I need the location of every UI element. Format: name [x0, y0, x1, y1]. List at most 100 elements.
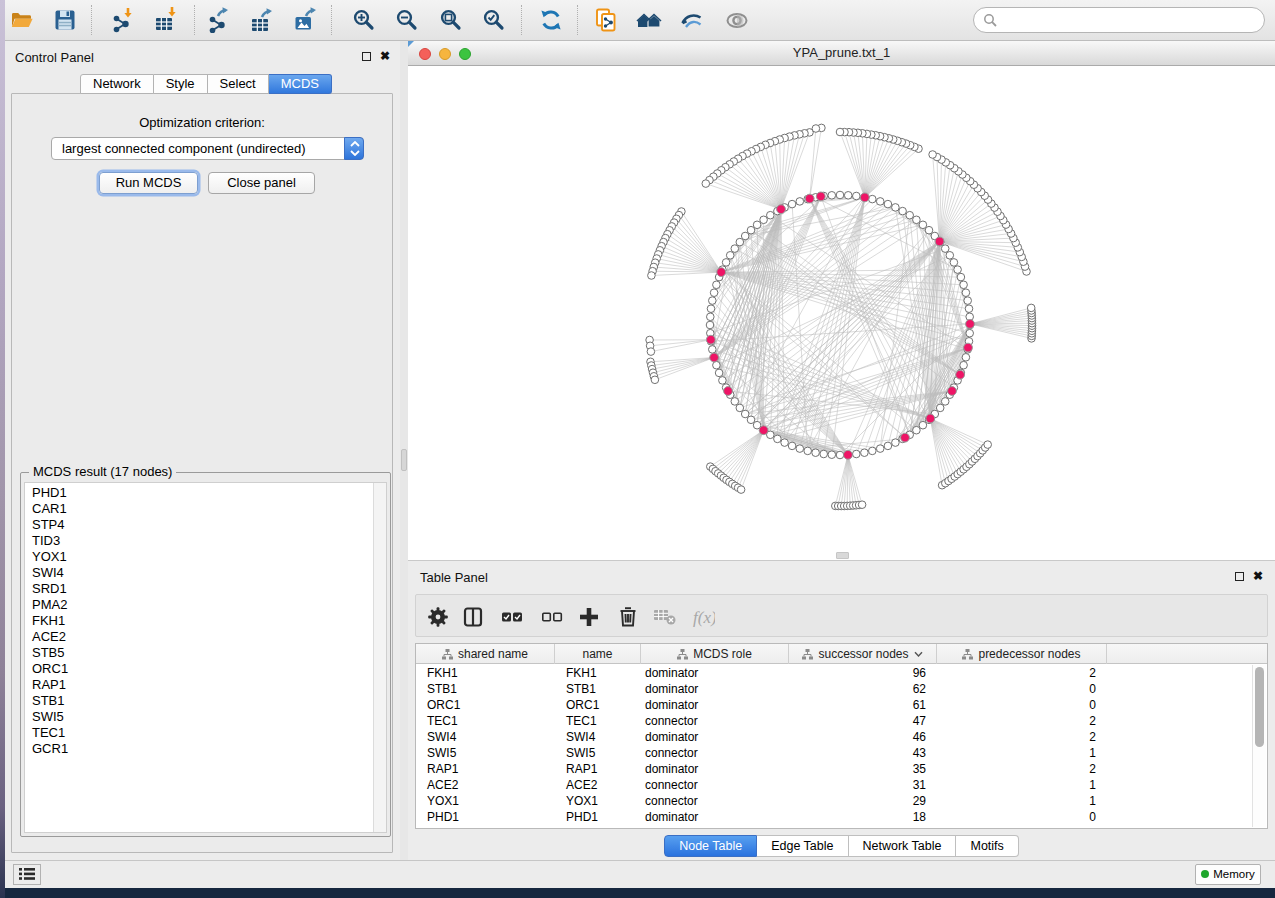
cell-shared-name[interactable]: SWI5 — [416, 745, 555, 761]
graph-node[interactable] — [984, 441, 992, 449]
table-row[interactable]: TEC1TEC1connector472 — [416, 713, 1267, 729]
zoom-selected-icon[interactable] — [481, 7, 509, 35]
search-input[interactable] — [973, 7, 1265, 33]
mcds-node-item[interactable]: PMA2 — [25, 597, 386, 613]
graph-node[interactable] — [737, 486, 745, 494]
graph-node[interactable] — [869, 447, 877, 455]
graph-node[interactable] — [899, 207, 907, 215]
mcds-node-item[interactable]: ACE2 — [25, 629, 386, 645]
graph-node[interactable] — [964, 297, 972, 305]
cell-shared-name[interactable]: ORC1 — [416, 697, 555, 713]
graph-node[interactable] — [884, 442, 892, 450]
close-panel-icon[interactable]: ✖ — [380, 51, 390, 61]
mcds-node-item[interactable]: YOX1 — [25, 549, 386, 565]
cell-successor-nodes[interactable]: 46 — [789, 729, 937, 745]
horizontal-splitter-grip[interactable] — [836, 552, 849, 559]
graph-node[interactable] — [853, 450, 861, 458]
graph-dominator-node[interactable] — [956, 370, 965, 379]
graph-node[interactable] — [966, 329, 974, 337]
cell-MCDS-role[interactable]: dominator — [641, 681, 789, 697]
scrollbar-thumb[interactable] — [1255, 667, 1264, 747]
graph-node[interactable] — [741, 410, 749, 418]
cell-name[interactable]: STB1 — [555, 681, 641, 697]
mcds-node-item[interactable]: FKH1 — [25, 613, 386, 629]
cell-name[interactable]: ORC1 — [555, 697, 641, 713]
cell-successor-nodes[interactable]: 35 — [789, 761, 937, 777]
graph-dominator-node[interactable] — [717, 268, 726, 277]
mcds-node-item[interactable]: RAP1 — [25, 677, 386, 693]
graph-node[interactable] — [722, 259, 730, 267]
tab-style[interactable]: Style — [154, 74, 208, 94]
function-builder-icon[interactable]: f(x) — [689, 604, 715, 630]
graph-node[interactable] — [929, 151, 937, 159]
cell-successor-nodes[interactable]: 29 — [789, 793, 937, 809]
tab-network[interactable]: Network — [80, 74, 154, 94]
graph-node[interactable] — [913, 426, 921, 434]
import-network-icon[interactable] — [110, 7, 138, 35]
graph-node[interactable] — [788, 200, 796, 208]
export-table-icon[interactable] — [249, 7, 277, 35]
import-table-icon[interactable] — [153, 7, 181, 35]
graph-node[interactable] — [702, 180, 710, 188]
graph-node[interactable] — [965, 305, 973, 313]
cell-name[interactable]: SWI4 — [555, 729, 641, 745]
export-network-icon[interactable] — [206, 7, 234, 35]
cell-name[interactable]: YOX1 — [555, 793, 641, 809]
graph-node[interactable] — [781, 439, 789, 447]
session-documents-icon[interactable] — [593, 7, 621, 35]
task-history-button[interactable] — [13, 864, 41, 885]
table-row[interactable]: RAP1RAP1dominator352 — [416, 761, 1267, 777]
cell-predecessor-nodes[interactable]: 0 — [937, 809, 1107, 825]
mcds-node-item[interactable]: PHD1 — [25, 485, 386, 501]
graph-node[interactable] — [709, 297, 717, 305]
graph-node[interactable] — [946, 252, 954, 260]
cell-MCDS-role[interactable]: connector — [641, 777, 789, 793]
float-table-panel-icon[interactable] — [1235, 572, 1244, 581]
graph-node[interactable] — [836, 128, 844, 136]
graph-node[interactable] — [960, 361, 968, 369]
graph-dominator-node[interactable] — [966, 320, 975, 329]
graph-node[interactable] — [731, 245, 739, 253]
cell-predecessor-nodes[interactable]: 1 — [937, 793, 1107, 809]
graph-node[interactable] — [836, 451, 844, 459]
mcds-node-item[interactable]: CAR1 — [25, 501, 386, 517]
graph-node[interactable] — [804, 447, 812, 455]
mcds-node-item[interactable]: GCR1 — [25, 741, 386, 757]
column-header-successor-nodes[interactable]: successor nodes — [789, 644, 937, 664]
tab-node-table[interactable]: Node Table — [664, 835, 757, 857]
table-row[interactable]: ORC1ORC1dominator610 — [416, 697, 1267, 713]
graph-node[interactable] — [715, 369, 723, 377]
float-panel-icon[interactable] — [362, 52, 371, 61]
graph-node[interactable] — [812, 125, 820, 133]
save-session-icon[interactable] — [52, 7, 80, 35]
graph-node[interactable] — [760, 216, 768, 224]
graph-node[interactable] — [954, 266, 962, 274]
cell-successor-nodes[interactable]: 47 — [789, 713, 937, 729]
cell-successor-nodes[interactable]: 31 — [789, 777, 937, 793]
graph-node[interactable] — [941, 245, 949, 253]
cell-predecessor-nodes[interactable]: 2 — [937, 713, 1107, 729]
graph-dominator-node[interactable] — [816, 192, 825, 201]
graph-node[interactable] — [747, 226, 755, 234]
graph-node[interactable] — [828, 192, 836, 200]
close-table-panel-icon[interactable]: ✖ — [1253, 571, 1263, 581]
cell-name[interactable]: TEC1 — [555, 713, 641, 729]
cell-predecessor-nodes[interactable]: 0 — [937, 681, 1107, 697]
tab-motifs[interactable]: Motifs — [956, 835, 1018, 857]
graph-node[interactable] — [774, 435, 782, 443]
cell-successor-nodes[interactable]: 62 — [789, 681, 937, 697]
graph-dominator-node[interactable] — [844, 450, 853, 459]
graph-node[interactable] — [736, 404, 744, 412]
graph-node[interactable] — [796, 198, 804, 206]
cell-successor-nodes[interactable]: 61 — [789, 697, 937, 713]
graph-node[interactable] — [647, 348, 655, 356]
graph-node[interactable] — [812, 449, 820, 457]
cell-MCDS-role[interactable]: dominator — [641, 665, 789, 681]
visual-styles-icon[interactable] — [679, 7, 707, 35]
graph-node[interactable] — [941, 398, 949, 406]
graph-node[interactable] — [869, 195, 877, 203]
mcds-node-item[interactable]: SRD1 — [25, 581, 386, 597]
unselect-all-icon[interactable] — [539, 604, 565, 630]
graph-node[interactable] — [747, 416, 755, 424]
mcds-node-item[interactable]: TEC1 — [25, 725, 386, 741]
